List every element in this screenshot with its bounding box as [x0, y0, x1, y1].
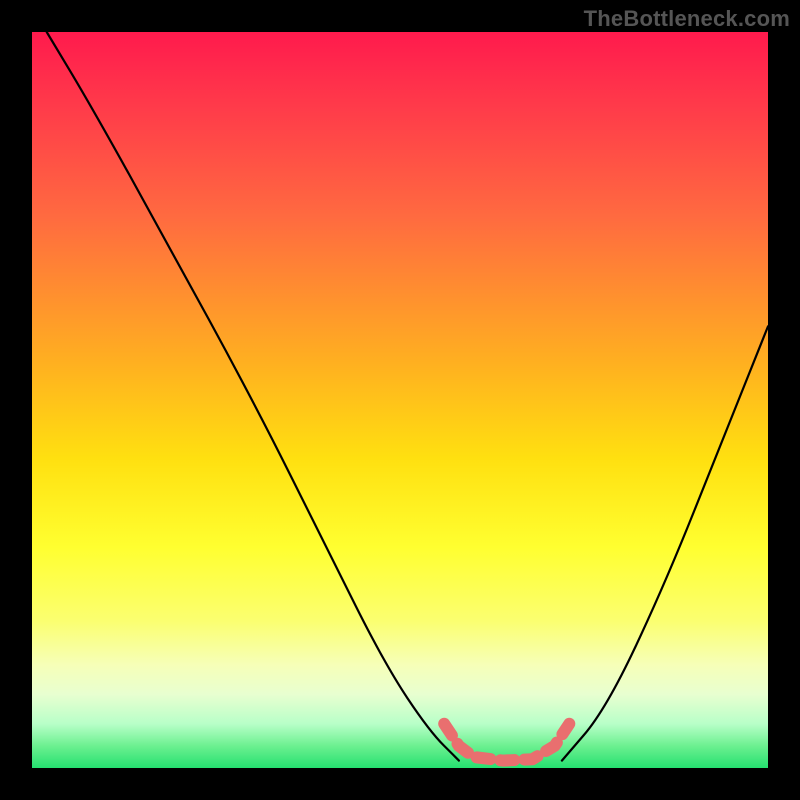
- right-branch: [562, 326, 768, 760]
- watermark-text: TheBottleneck.com: [584, 6, 790, 32]
- optimum-highlight: [444, 724, 569, 761]
- left-branch: [47, 32, 459, 761]
- plot-area: [32, 32, 768, 768]
- curve-layer: [32, 32, 768, 768]
- chart-frame: TheBottleneck.com: [0, 0, 800, 800]
